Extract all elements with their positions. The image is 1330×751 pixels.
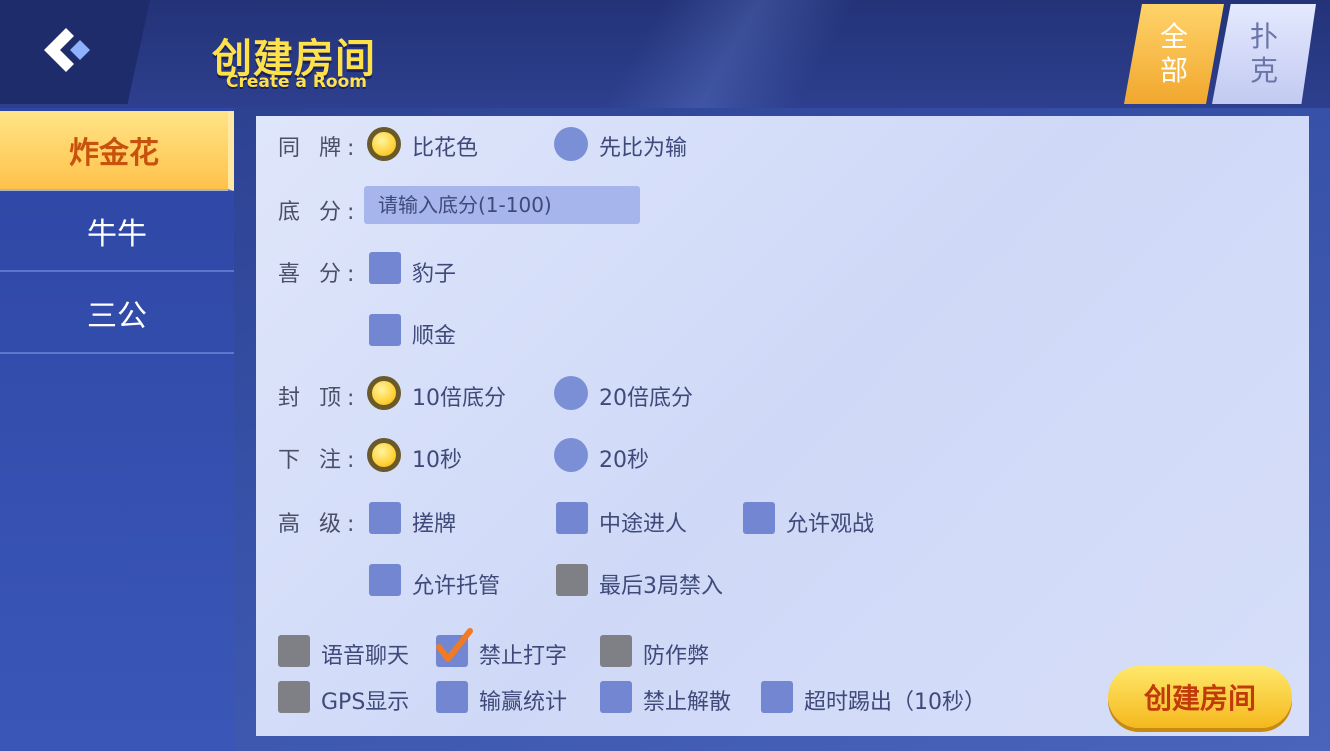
radio-cap-10x[interactable]	[367, 376, 401, 410]
sidebar-item-label: 三公	[87, 299, 147, 334]
radio-bet-10s[interactable]	[367, 438, 401, 472]
sidebar-item-label: 牛牛	[87, 217, 147, 252]
cap-label: 封 顶:	[278, 386, 361, 411]
checkbox-rub-cards[interactable]	[369, 502, 401, 534]
checkmark-icon	[436, 628, 473, 662]
option-no-disband[interactable]: 禁止解散	[643, 684, 731, 716]
option-compare-suit[interactable]: 比花色	[412, 130, 478, 162]
checkbox-win-loss-stats[interactable]	[436, 681, 468, 713]
checkbox-last3-no-entry[interactable]	[556, 564, 588, 596]
option-join-midway[interactable]: 中途进人	[599, 506, 687, 538]
create-room-button[interactable]: 创建房间	[1108, 666, 1292, 728]
option-anti-cheat[interactable]: 防作弊	[643, 638, 709, 670]
back-button[interactable]	[0, 0, 150, 104]
settings-panel: 同 牌: 比花色 先比为输 底 分: 请输入底分(1-100) 喜 分: 豹子 …	[256, 116, 1309, 736]
option-straight-flush[interactable]: 顺金	[412, 318, 456, 350]
checkbox-voice-chat[interactable]	[278, 635, 310, 667]
option-rub-cards[interactable]: 搓牌	[412, 506, 456, 538]
sidebar-item-zhajinhua[interactable]: 炸金花	[0, 111, 234, 191]
option-bet-10s[interactable]: 10秒	[412, 442, 462, 474]
option-voice-chat[interactable]: 语音聊天	[321, 638, 409, 670]
tab-all-line1: 全	[1159, 20, 1188, 53]
option-cap-10x[interactable]: 10倍底分	[412, 380, 506, 412]
radio-cap-20x[interactable]	[554, 376, 588, 410]
bet-label: 下 注:	[278, 448, 361, 473]
option-gps-display[interactable]: GPS显示	[321, 684, 409, 716]
back-arrow-icon	[44, 28, 90, 72]
checkbox-no-typing[interactable]	[436, 628, 473, 667]
option-leopard[interactable]: 豹子	[412, 256, 456, 288]
checkbox-straight-flush[interactable]	[369, 314, 401, 346]
checkbox-anti-cheat[interactable]	[600, 635, 632, 667]
option-first-loses[interactable]: 先比为输	[599, 130, 687, 162]
option-allow-auto-play[interactable]: 允许托管	[412, 568, 500, 600]
base-score-input[interactable]: 请输入底分(1-100)	[364, 186, 640, 224]
tab-poker-line1: 扑	[1249, 20, 1278, 53]
option-last3-no-entry[interactable]: 最后3局禁入	[599, 568, 723, 600]
option-allow-spectate[interactable]: 允许观战	[786, 506, 874, 538]
base-score-label: 底 分:	[278, 200, 361, 225]
game-sidebar: 炸金花 牛牛 三公	[0, 108, 234, 751]
checkbox-leopard[interactable]	[369, 252, 401, 284]
checkbox-allow-auto-play[interactable]	[369, 564, 401, 596]
advanced-label: 高 级:	[278, 512, 361, 537]
page-subtitle: Create a Room	[226, 72, 367, 92]
same-cards-label: 同 牌:	[278, 136, 361, 161]
bonus-label: 喜 分:	[278, 262, 361, 287]
tab-poker-line2: 克	[1249, 54, 1278, 87]
sidebar-item-sangong[interactable]: 三公	[0, 274, 234, 354]
option-no-typing[interactable]: 禁止打字	[479, 638, 567, 670]
tab-all-line2: 部	[1159, 54, 1188, 87]
radio-compare-suit[interactable]	[367, 127, 401, 161]
checkbox-allow-spectate[interactable]	[743, 502, 775, 534]
option-timeout-kick[interactable]: 超时踢出（10秒）	[804, 684, 986, 716]
checkbox-no-disband[interactable]	[600, 681, 632, 713]
checkbox-join-midway[interactable]	[556, 502, 588, 534]
sidebar-item-label: 炸金花	[69, 136, 159, 171]
sidebar-item-niuniu[interactable]: 牛牛	[0, 192, 234, 272]
radio-bet-20s[interactable]	[554, 438, 588, 472]
checkbox-timeout-kick[interactable]	[761, 681, 793, 713]
option-win-loss-stats[interactable]: 输赢统计	[479, 684, 567, 716]
checkbox-gps-display[interactable]	[278, 681, 310, 713]
option-bet-20s[interactable]: 20秒	[599, 442, 649, 474]
radio-first-loses[interactable]	[554, 127, 588, 161]
option-cap-20x[interactable]: 20倍底分	[599, 380, 693, 412]
